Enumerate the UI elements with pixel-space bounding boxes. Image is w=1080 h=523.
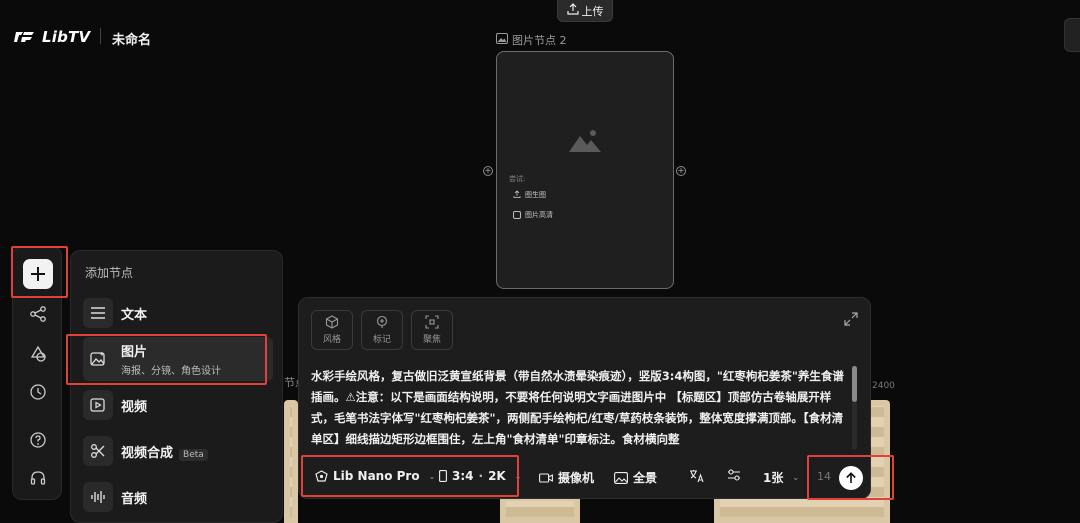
translate-icon (690, 470, 704, 483)
add-node-panel: 添加节点 文本 图片 海报、分镜、角色设计 视频 视频合成 Beta 音频 (70, 250, 283, 523)
image-node[interactable]: 尝试: 图生图 图片高清 (496, 51, 674, 289)
beta-badge: Beta (179, 448, 208, 461)
libtv-logo-icon (14, 30, 36, 44)
upload-label: 上传 (581, 4, 604, 18)
menu-item-label: 视频 (121, 399, 148, 415)
project-name[interactable]: 未命名 (112, 29, 151, 48)
background-node-label: 2400 (872, 381, 895, 391)
text-lines-icon (83, 298, 113, 328)
camera-icon (539, 472, 553, 483)
result-thumbnail[interactable] (284, 400, 298, 523)
image-node-title-text: 图片节点 2 (512, 34, 567, 47)
workflow-icon[interactable] (29, 305, 47, 323)
highlight-box-send (807, 455, 894, 500)
style-button[interactable]: 风格 (311, 310, 353, 350)
upload-icon (566, 3, 579, 18)
output-port[interactable]: + (676, 166, 686, 176)
upload-button[interactable]: 上传 (557, 0, 613, 22)
camera-button[interactable]: 摄像机 (539, 469, 594, 486)
panorama-label: 全景 (633, 471, 658, 485)
shapes-icon[interactable] (29, 345, 47, 363)
help-icon[interactable] (29, 431, 47, 449)
node-action-img2img[interactable]: 图生图 (513, 190, 546, 200)
quantity-select[interactable]: 1张 ⌄ (763, 469, 799, 486)
prompt-scrollbar[interactable] (852, 366, 857, 450)
panorama-button[interactable]: 全景 (614, 469, 657, 486)
node-action-upscale[interactable]: 图片高清 (513, 210, 553, 220)
quantity-value: 1张 (763, 471, 784, 485)
tool-label: 风格 (322, 335, 341, 345)
tool-label: 标记 (372, 335, 391, 345)
sliders-icon (728, 469, 740, 481)
headset-support-icon[interactable] (29, 469, 47, 487)
tool-label: 聚焦 (422, 335, 441, 345)
image-icon (496, 33, 508, 47)
video-play-icon (83, 390, 113, 420)
node-hint: 尝试: (509, 175, 526, 183)
image-placeholder-icon (569, 128, 601, 155)
result-thumbnail[interactable] (500, 495, 580, 523)
menu-item-label: 音频 (121, 491, 148, 507)
app-logo: LibTV (14, 28, 90, 46)
add-node-text[interactable]: 文本 (83, 291, 273, 335)
cube-icon (325, 315, 339, 329)
add-node-video-compose[interactable]: 视频合成 Beta (83, 429, 273, 473)
image-node-title: 图片节点 2 (496, 32, 567, 48)
highlight-box-image (66, 334, 267, 385)
node-action-label: 图片高清 (525, 211, 553, 219)
header-divider (100, 28, 101, 44)
logo-text: LibTV (42, 28, 91, 46)
add-node-video[interactable]: 视频 (83, 383, 273, 427)
add-node-audio[interactable]: 音频 (83, 475, 273, 519)
chevron-down-icon: ⌄ (792, 473, 800, 482)
audio-wave-icon (83, 482, 113, 512)
side-panel-toggle[interactable] (1064, 18, 1080, 52)
focus-frame-icon (425, 315, 439, 329)
highlight-box-model (301, 455, 519, 497)
scissors-icon (83, 436, 113, 466)
expand-icon[interactable] (844, 312, 858, 326)
focus-button[interactable]: 聚焦 (411, 310, 453, 350)
mark-button[interactable]: 标记 (361, 310, 403, 350)
upload-icon (513, 190, 521, 200)
menu-item-label: 文本 (121, 307, 148, 323)
highlight-box-add (11, 246, 68, 298)
pin-add-icon (376, 315, 388, 328)
history-clock-icon[interactable] (29, 383, 47, 401)
menu-item-label: 视频合成 (121, 445, 174, 461)
settings-sliders-button[interactable] (727, 469, 741, 481)
add-node-panel-title: 添加节点 (85, 266, 134, 280)
hd-icon (513, 211, 521, 219)
node-action-label: 图生图 (525, 191, 546, 199)
prompt-textarea[interactable]: 水彩手绘风格，复古做旧泛黄宣纸背景（带自然水渍晕染痕迹），竖版3:4构图，"红枣… (311, 366, 851, 450)
camera-label: 摄像机 (558, 471, 595, 485)
input-port[interactable]: + (483, 166, 493, 176)
panorama-image-icon (614, 471, 628, 484)
translate-button[interactable] (689, 469, 705, 483)
